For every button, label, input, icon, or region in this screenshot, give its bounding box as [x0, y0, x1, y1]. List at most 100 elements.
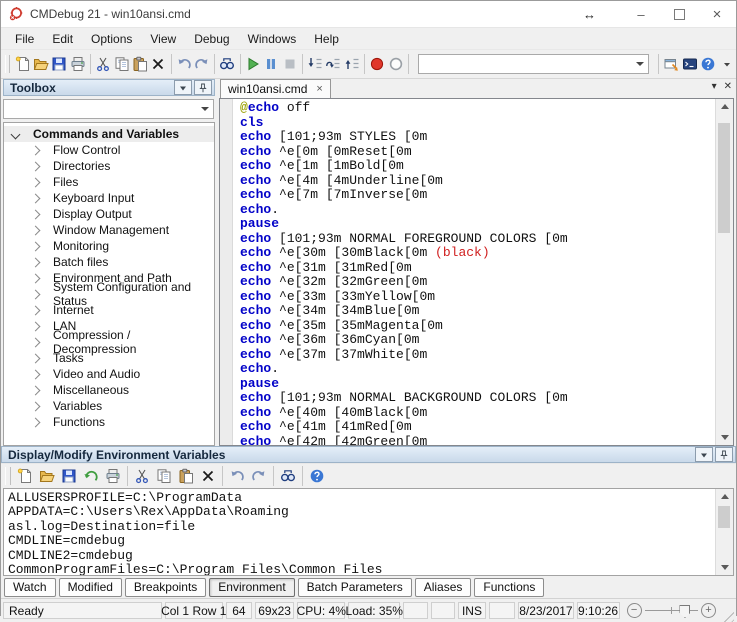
env-dropdown-button[interactable] — [695, 447, 713, 462]
toolbox-item-video-and-audio[interactable]: Video and Audio — [4, 366, 214, 382]
toolbox-tree[interactable]: Commands and VariablesFlow ControlDirect… — [3, 122, 215, 446]
scroll-down-icon[interactable] — [716, 430, 733, 445]
copy-button[interactable] — [112, 53, 130, 75]
toolbox-filter-combobox[interactable] — [3, 99, 214, 119]
toolbox-combo-arrow[interactable] — [197, 101, 212, 117]
print-button[interactable] — [102, 465, 124, 487]
toolbox-item-system-configuration-and-status[interactable]: System Configuration and Status — [4, 286, 214, 302]
toolbox-item-files[interactable]: Files — [4, 174, 214, 190]
paste-button[interactable] — [131, 53, 149, 75]
zoom-slider-track[interactable] — [645, 610, 698, 611]
maximize-button[interactable] — [660, 1, 698, 27]
menu-windows[interactable]: Windows — [239, 30, 306, 48]
redo-button[interactable] — [248, 465, 270, 487]
cut-button[interactable] — [131, 465, 153, 487]
menu-debug[interactable]: Debug — [185, 30, 238, 48]
toolbox-item-flow-control[interactable]: Flow Control — [4, 142, 214, 158]
scroll-down-icon[interactable] — [716, 560, 733, 575]
toolbox-dropdown-button[interactable] — [174, 80, 192, 95]
save-button[interactable] — [58, 465, 80, 487]
new-button[interactable] — [14, 465, 36, 487]
menu-help[interactable]: Help — [305, 30, 348, 48]
run-button[interactable] — [244, 53, 262, 75]
code-editor[interactable]: @echo offclsecho [101;93m STYLES [0mecho… — [219, 98, 734, 446]
toolbox-root-commands-and-variables[interactable]: Commands and Variables — [4, 126, 214, 142]
toolbox-item-functions[interactable]: Functions — [4, 414, 214, 430]
menu-file[interactable]: File — [6, 30, 43, 48]
overflow-button[interactable] — [717, 53, 735, 75]
toolbar-grip[interactable] — [5, 55, 10, 73]
editor-scroll-thumb[interactable] — [718, 123, 730, 233]
menu-edit[interactable]: Edit — [43, 30, 82, 48]
code-token: ^e[31m [31mRed[0m — [271, 260, 411, 275]
toolbar-grip[interactable] — [5, 467, 11, 485]
toolbox-item-miscellaneous[interactable]: Miscellaneous — [4, 382, 214, 398]
open-button[interactable] — [36, 465, 58, 487]
help-button[interactable] — [699, 53, 717, 75]
command-combobox[interactable] — [418, 54, 650, 74]
editor-vertical-scrollbar[interactable] — [715, 99, 733, 445]
env-scroll-thumb[interactable] — [718, 506, 730, 528]
close-button[interactable]: × — [698, 1, 736, 27]
toolbox-item-monitoring[interactable]: Monitoring — [4, 238, 214, 254]
undo-button[interactable] — [175, 53, 193, 75]
tab-close-icon[interactable]: × — [316, 83, 322, 95]
tab-modified[interactable]: Modified — [59, 578, 122, 597]
pause-button[interactable] — [262, 53, 280, 75]
toolbox-item-display-output[interactable]: Display Output — [4, 206, 214, 222]
tab-win10ansi[interactable]: win10ansi.cmd × — [220, 79, 331, 98]
find-button[interactable] — [218, 53, 236, 75]
bp-set-button[interactable] — [368, 53, 386, 75]
delete-button[interactable] — [149, 53, 167, 75]
redo-button[interactable] — [193, 53, 211, 75]
step-into-button[interactable] — [306, 53, 324, 75]
print-button[interactable] — [69, 53, 87, 75]
env-pin-button[interactable] — [715, 447, 733, 462]
scroll-up-icon[interactable] — [716, 489, 733, 504]
stop-button[interactable] — [280, 53, 298, 75]
cut-button[interactable] — [94, 53, 112, 75]
step-over-button[interactable] — [324, 53, 342, 75]
find-button[interactable] — [277, 465, 299, 487]
tab-list-dropdown-icon[interactable]: ▾ — [712, 81, 717, 92]
tab-breakpoints[interactable]: Breakpoints — [125, 578, 206, 597]
code-token: . — [271, 361, 279, 376]
tabbar-close-icon[interactable]: ✕ — [724, 81, 732, 92]
toolbox-item-batch-files[interactable]: Batch files — [4, 254, 214, 270]
toolbox-pin-button[interactable] — [194, 80, 212, 95]
copy-button[interactable] — [153, 465, 175, 487]
help-button[interactable] — [306, 465, 328, 487]
env-vertical-scrollbar[interactable] — [715, 489, 733, 575]
scroll-up-icon[interactable] — [716, 99, 733, 114]
resize-grip[interactable] — [721, 608, 734, 622]
command-combo-arrow[interactable] — [632, 56, 647, 72]
bp-clear-button[interactable] — [386, 53, 404, 75]
undo-button[interactable] — [226, 465, 248, 487]
step-out-button[interactable] — [343, 53, 361, 75]
tab-watch[interactable]: Watch — [4, 578, 56, 597]
menu-options[interactable]: Options — [82, 30, 141, 48]
open-button[interactable] — [32, 53, 50, 75]
paste-button[interactable] — [175, 465, 197, 487]
revert-button[interactable] — [80, 465, 102, 487]
toolbox-item-compression-decompression[interactable]: Compression / Decompression — [4, 334, 214, 350]
save-button[interactable] — [50, 53, 68, 75]
delete-button[interactable] — [197, 465, 219, 487]
new-button[interactable] — [13, 53, 31, 75]
attach-button[interactable] — [662, 53, 680, 75]
toolbox-item-window-management[interactable]: Window Management — [4, 222, 214, 238]
breakpoint-gutter[interactable] — [220, 99, 233, 445]
tab-functions[interactable]: Functions — [474, 578, 544, 597]
menu-view[interactable]: View — [141, 30, 185, 48]
tab-batch-parameters[interactable]: Batch Parameters — [298, 578, 412, 597]
env-variable-list[interactable]: ALLUSERSPROFILE=C:\ProgramDataAPPDATA=C:… — [4, 489, 715, 575]
zoom-slider-thumb[interactable] — [679, 605, 690, 618]
minimize-button[interactable]: – — [622, 1, 660, 27]
tab-aliases[interactable]: Aliases — [415, 578, 472, 597]
console-button[interactable] — [681, 53, 699, 75]
toolbox-item-keyboard-input[interactable]: Keyboard Input — [4, 190, 214, 206]
tab-environment[interactable]: Environment — [209, 578, 294, 597]
toolbox-item-directories[interactable]: Directories — [4, 158, 214, 174]
code-area[interactable]: @echo offclsecho [101;93m STYLES [0mecho… — [233, 99, 715, 445]
toolbox-item-variables[interactable]: Variables — [4, 398, 214, 414]
